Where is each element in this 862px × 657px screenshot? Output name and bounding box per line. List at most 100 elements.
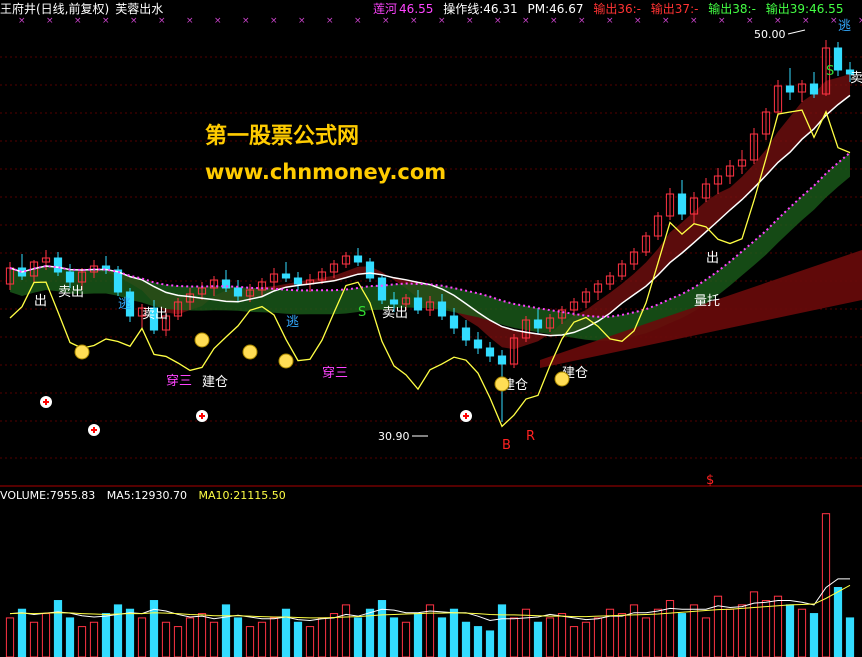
volume-bar (845, 617, 855, 657)
volume-bar (77, 626, 87, 657)
volume-bar (233, 617, 243, 657)
volume-bar (797, 608, 807, 657)
candle-body (473, 339, 483, 349)
top-x-marker: × (354, 16, 362, 26)
candle-body (353, 255, 363, 263)
output37: 输出37:- (650, 2, 699, 16)
signal-label: R (526, 429, 535, 444)
signal-label: 卖出 (850, 71, 862, 86)
volume-bar (581, 621, 591, 657)
top-x-marker: × (186, 16, 194, 26)
volume-bar (509, 617, 519, 657)
volume-bar (101, 613, 111, 657)
top-x-marker: × (830, 16, 838, 26)
ma10-label: MA10:21115.50 (198, 489, 286, 502)
smiley-icon (494, 376, 510, 392)
signal-label: 建仓 (202, 375, 228, 390)
volume-bar (809, 613, 819, 657)
top-x-marker: × (214, 16, 222, 26)
volume-bar (833, 587, 843, 657)
pm-name: PM (527, 2, 546, 16)
signal-label: 出 (706, 251, 719, 266)
smiley-icon (278, 353, 294, 369)
top-x-marker: × (746, 16, 754, 26)
volume-bar (113, 604, 123, 657)
signal-label: 量托 (694, 294, 720, 309)
volume-bar (497, 604, 507, 657)
top-x-marker: × (718, 16, 726, 26)
candle-body (53, 257, 63, 273)
volume-bar (785, 604, 795, 657)
volume-bar (125, 608, 135, 657)
candle-body (785, 85, 795, 93)
operation-line-value: 46.31 (483, 2, 518, 16)
smiley-icon (74, 344, 90, 360)
volume-bar (185, 617, 195, 657)
candle-body (233, 287, 243, 297)
volume-bar (221, 604, 231, 657)
candle-body (497, 355, 507, 365)
signal-label: 穿三 (166, 373, 192, 389)
chart-header: 王府井(日线,前复权) 芙蓉出水 莲河 46.55 操作线:46.31 PM:46.… (0, 2, 844, 16)
volume-bar (257, 621, 267, 657)
signal-label: 卖出 (382, 306, 408, 321)
signal-label: B (502, 438, 511, 453)
top-x-marker: × (578, 16, 586, 26)
indicator-name: 芙蓉出水 (115, 2, 164, 16)
volume-bar (329, 613, 339, 657)
low-price-label: 30.90 (378, 430, 410, 443)
volume-bar (413, 613, 423, 657)
volume-bar (269, 617, 279, 657)
output38: 输出38:- (708, 2, 756, 16)
candle-body (281, 273, 291, 279)
top-x-marker: × (522, 16, 530, 26)
smiley-icon (194, 332, 210, 348)
volume-bar (473, 626, 483, 657)
volume-bar (401, 621, 411, 657)
volume-bar (677, 613, 687, 657)
signal-label: 逃 (286, 315, 299, 330)
top-x-marker: × (102, 16, 110, 26)
candle-body (677, 193, 687, 215)
lianhe-value: 46.55 (399, 2, 434, 16)
top-x-marker: × (802, 16, 810, 26)
top-x-marker: × (74, 16, 82, 26)
stock-title: 王府井(日线,前复权) (0, 2, 110, 16)
volume-bar (485, 630, 495, 657)
indicator-bands (10, 74, 862, 368)
top-x-marker: × (466, 16, 474, 26)
top-x-marker: × (438, 16, 446, 26)
output39-name: 输出39 (765, 2, 806, 16)
volume-bar (569, 626, 579, 657)
top-x-marker: × (46, 16, 54, 26)
high-arrow (787, 29, 806, 35)
candle-body (461, 327, 471, 341)
volume-bar (341, 604, 351, 657)
volume-bar (29, 621, 39, 657)
candle-body (365, 261, 375, 279)
volume-bar (245, 626, 255, 657)
pm-value: 46.67 (549, 2, 584, 16)
volume-bar (281, 608, 291, 657)
candle-body (389, 299, 399, 305)
candle-body (377, 277, 387, 301)
volume-label: VOLUME:7955.83 (0, 489, 96, 502)
candle-body (485, 347, 495, 357)
top-x-marker: × (270, 16, 278, 26)
candle-body (833, 47, 843, 71)
ma5-label: MA5:12930.70 (106, 489, 187, 502)
volume-bar (521, 608, 531, 657)
signal-label: $ (706, 473, 714, 488)
candle-body (449, 315, 459, 329)
top-x-marker: × (410, 16, 418, 26)
volume-bar (749, 591, 759, 657)
volume-series (5, 513, 855, 657)
volume-bar (389, 617, 399, 657)
candle-body (809, 83, 819, 95)
signal-label: 出 (34, 294, 47, 309)
top-x-marker: × (774, 16, 782, 26)
top-x-marker: × (662, 16, 670, 26)
top-x-marker: × (158, 16, 166, 26)
volume-bar (197, 613, 207, 657)
high-price-label: 50.00 (754, 28, 786, 41)
